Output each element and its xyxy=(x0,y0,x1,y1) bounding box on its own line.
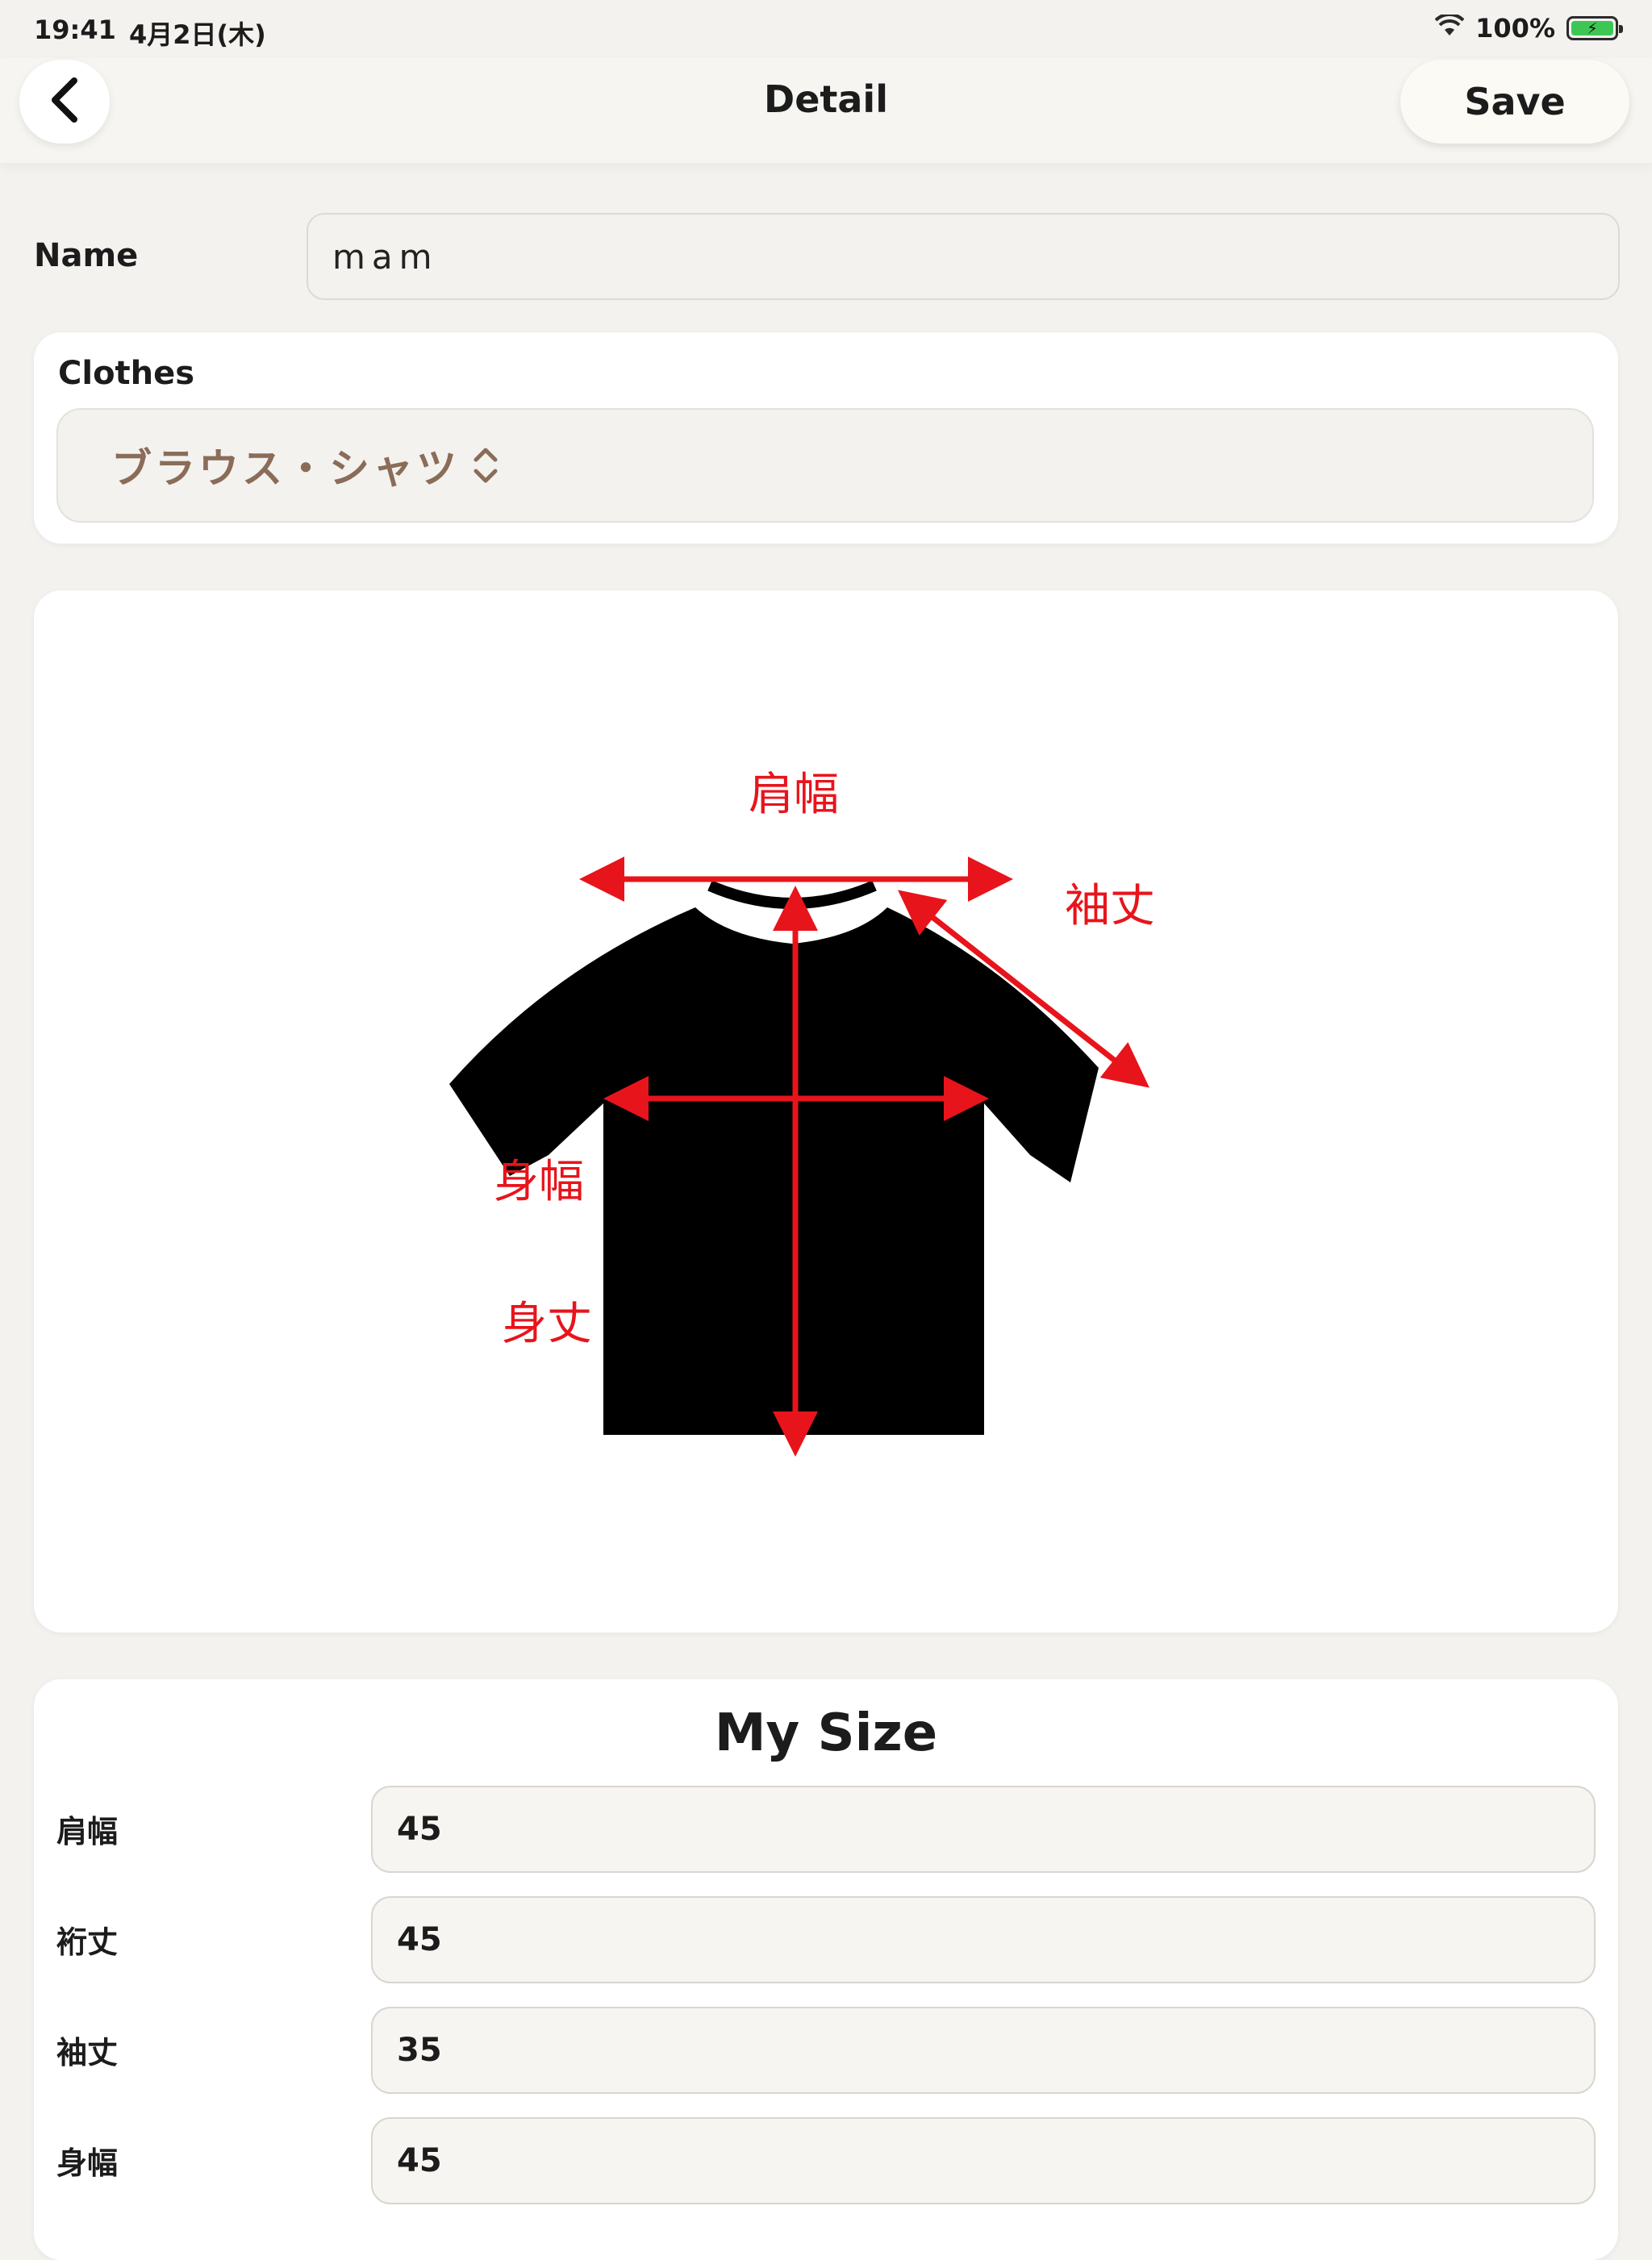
battery-percentage: 100% xyxy=(1475,13,1555,44)
name-input[interactable]: mam xyxy=(307,213,1620,300)
size-label-shoulder-width: 肩幅 xyxy=(56,1814,119,1849)
body-length-label: 身丈 xyxy=(502,1298,592,1350)
shoulder-width-label: 肩幅 xyxy=(749,769,839,821)
size-label-yuki-length: 裄丈 xyxy=(56,1924,119,1960)
status-date: 4月2日(木) xyxy=(129,19,266,50)
body-width-label: 身幅 xyxy=(494,1156,584,1208)
clothes-label: Clothes xyxy=(58,355,195,392)
clothes-selected-value: ブラウス・シャツ xyxy=(111,445,460,492)
size-input-yuki-length[interactable]: 45 xyxy=(371,1896,1596,1983)
shirt-measurement-diagram: 肩幅 袖丈 身幅 身丈 xyxy=(449,769,1155,1457)
size-label-sleeve-length: 袖丈 xyxy=(56,2035,119,2070)
chevron-up-down-icon xyxy=(471,445,500,486)
size-input-sleeve-length[interactable]: 35 xyxy=(371,2007,1596,2094)
size-input-shoulder-width[interactable]: 45 xyxy=(371,1786,1596,1873)
measurement-diagram-card: 肩幅 袖丈 身幅 身丈 xyxy=(34,590,1618,1632)
save-button[interactable]: Save xyxy=(1400,60,1629,144)
status-indicators: 100% ⚡ xyxy=(1434,12,1623,44)
name-label: Name xyxy=(34,237,139,274)
size-input-body-width[interactable]: 45 xyxy=(371,2117,1596,2204)
my-size-title: My Size xyxy=(714,1703,938,1763)
my-size-card: My Size 肩幅 45 裄丈 45 袖丈 35 身幅 45 xyxy=(34,1679,1618,2260)
sleeve-length-label: 袖丈 xyxy=(1065,880,1155,932)
status-time: 19:41 xyxy=(34,15,116,45)
size-label-body-width: 身幅 xyxy=(56,2145,119,2181)
status-bar: 19:41 4月2日(木) 100% ⚡ xyxy=(0,0,1652,58)
clothes-type-picker[interactable]: ブラウス・シャツ xyxy=(56,408,1594,523)
navigation-bar: Detail Save xyxy=(0,58,1652,163)
battery-icon: ⚡ xyxy=(1566,16,1623,40)
clothes-card: Clothes ブラウス・シャツ xyxy=(34,332,1618,544)
wifi-icon xyxy=(1434,12,1465,44)
